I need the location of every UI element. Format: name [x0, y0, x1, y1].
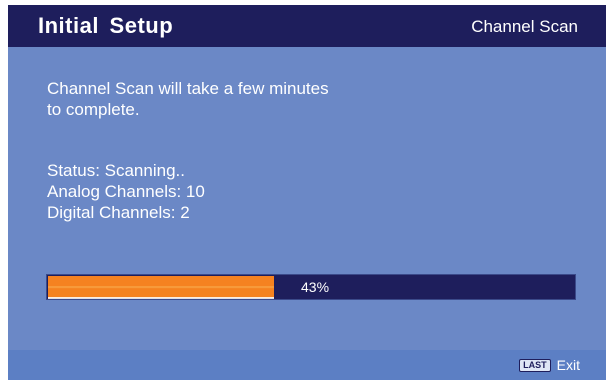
- scan-message-line-2: to complete.: [47, 100, 140, 119]
- page-title: Initial Setup: [38, 13, 174, 38]
- digital-channels-count: Digital Channels: 2: [47, 203, 190, 222]
- progress-fill: [48, 276, 274, 299]
- page-subtitle: Channel Scan: [471, 17, 578, 36]
- header-bar: Initial Setup Channel Scan: [8, 5, 606, 47]
- scan-status-block: Status: Scanning.. Analog Channels: 10 D…: [47, 160, 205, 223]
- scan-message-line-1: Channel Scan will take a few minutes: [47, 79, 329, 98]
- scan-message: Channel Scan will take a few minutes to …: [47, 78, 407, 120]
- exit-action[interactable]: LAST Exit: [519, 357, 580, 373]
- setup-panel: Initial Setup Channel Scan Channel Scan …: [8, 5, 606, 380]
- last-key-icon: LAST: [519, 358, 551, 372]
- exit-label: Exit: [556, 357, 580, 373]
- tv-setup-screen: Initial Setup Channel Scan Channel Scan …: [0, 0, 614, 385]
- status-text: Status: Scanning..: [47, 161, 185, 180]
- scan-progress-bar: 43%: [46, 274, 576, 300]
- analog-channels-count: Analog Channels: 10: [47, 182, 205, 201]
- progress-percent-label: 43%: [301, 279, 330, 295]
- footer-bar: LAST Exit: [8, 350, 606, 380]
